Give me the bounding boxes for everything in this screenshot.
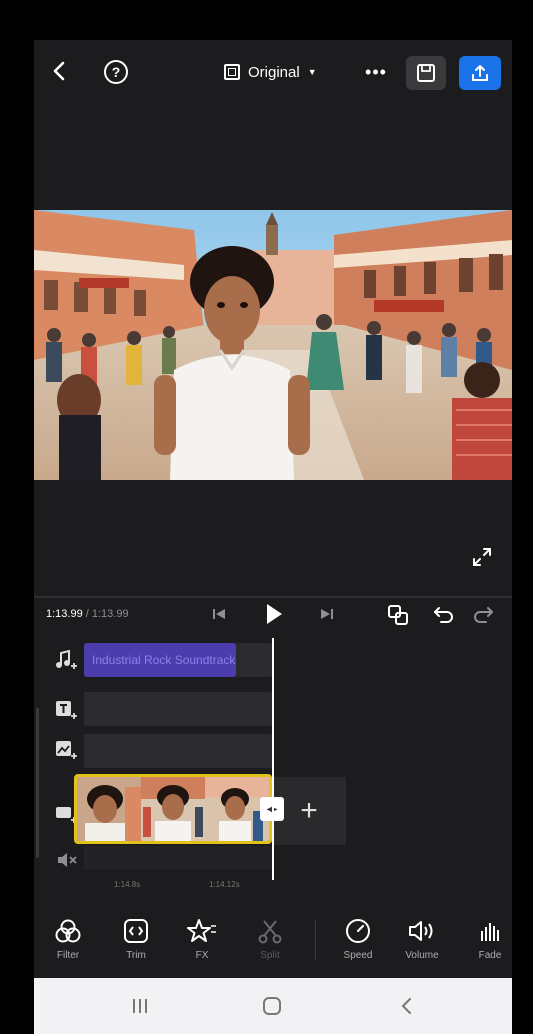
add-music-icon[interactable] xyxy=(54,648,80,672)
tool-label: Speed xyxy=(343,950,373,961)
skip-forward-icon[interactable] xyxy=(318,605,336,623)
undo-icon[interactable] xyxy=(432,603,456,627)
tool-label: Filter xyxy=(56,950,80,961)
tool-label: Volume xyxy=(405,950,439,961)
tool-label: Trim xyxy=(126,950,146,961)
help-icon[interactable]: ? xyxy=(104,60,128,84)
overlay-track[interactable] xyxy=(84,734,272,768)
tool-split[interactable]: Split xyxy=(240,916,300,961)
fullscreen-icon[interactable] xyxy=(470,545,494,569)
tool-label: Fade xyxy=(478,950,502,961)
speed-icon xyxy=(328,916,388,946)
more-icon[interactable]: ••• xyxy=(364,60,388,84)
tool-volume[interactable]: Volume xyxy=(392,916,452,961)
time-separator: / xyxy=(82,608,92,620)
trim-icon xyxy=(106,916,166,946)
recent-apps-icon[interactable] xyxy=(126,992,154,1020)
volume-icon xyxy=(392,916,452,946)
play-icon[interactable] xyxy=(263,602,285,626)
audio-clip[interactable]: Industrial Rock Soundtrack xyxy=(84,643,236,677)
clip-thumbnail xyxy=(77,777,141,841)
add-text-icon[interactable] xyxy=(54,698,80,722)
fade-icon xyxy=(460,916,512,946)
save-icon xyxy=(417,64,435,82)
video-editor-screen: ? Original ▼ ••• 1:13.99 / 1:13.99 Indus… xyxy=(34,40,512,1034)
export-icon xyxy=(472,65,488,81)
back-icon[interactable] xyxy=(46,56,72,86)
video-clip[interactable] xyxy=(74,774,272,844)
text-track[interactable] xyxy=(84,692,272,726)
tool-label: Split xyxy=(260,950,280,961)
panel-divider xyxy=(34,596,512,598)
tool-filter[interactable]: Filter xyxy=(38,916,98,961)
video-preview[interactable] xyxy=(34,210,512,480)
split-icon xyxy=(240,916,300,946)
audio-clip-label: Industrial Rock Soundtrack xyxy=(92,653,236,667)
nav-back-icon[interactable] xyxy=(392,992,420,1020)
redo-icon[interactable] xyxy=(471,603,495,627)
total-time: 1:13.99 xyxy=(91,608,129,620)
ruler-tick: 1:14.12s xyxy=(209,880,240,889)
aspect-ratio-label: Original xyxy=(248,63,300,81)
tool-trim[interactable]: Trim xyxy=(106,916,166,961)
clip-thumbnail xyxy=(141,777,205,841)
add-overlay-icon[interactable] xyxy=(54,738,80,762)
original-audio-track[interactable] xyxy=(84,846,272,870)
skip-back-icon[interactable] xyxy=(210,605,228,623)
preview-frame-image xyxy=(34,210,512,480)
system-nav-bar xyxy=(34,978,512,1034)
keyframe-icon[interactable] xyxy=(386,603,410,627)
playhead[interactable] xyxy=(272,638,274,880)
save-button[interactable] xyxy=(406,56,446,90)
home-icon[interactable] xyxy=(258,992,286,1020)
ruler-tick: 1:14.8s xyxy=(114,880,141,889)
mute-icon[interactable] xyxy=(54,848,80,872)
caret-down-icon: ▼ xyxy=(307,67,317,77)
tool-speed[interactable]: Speed xyxy=(328,916,388,961)
aspect-ratio-icon xyxy=(224,64,240,80)
tool-fx[interactable]: FX xyxy=(172,916,232,961)
aspect-ratio-selector[interactable]: Original ▼ xyxy=(224,61,317,83)
fx-icon xyxy=(172,916,232,946)
current-time: 1:13.99 xyxy=(46,608,83,620)
time-display: 1:13.99 / 1:13.99 xyxy=(46,608,129,620)
filter-icon xyxy=(38,916,98,946)
tool-label: FX xyxy=(195,950,209,961)
timeline-scrollbar[interactable] xyxy=(36,708,39,858)
export-button[interactable] xyxy=(459,56,501,90)
toolbar-separator xyxy=(315,920,316,960)
tool-fade[interactable]: Fade xyxy=(460,916,512,961)
top-bar: ? Original ▼ ••• xyxy=(34,40,512,102)
